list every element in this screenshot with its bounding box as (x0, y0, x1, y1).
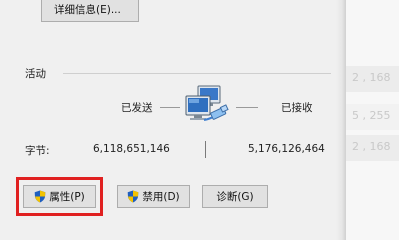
activity-section-divider (63, 73, 331, 74)
diagnose-button-label: 诊断(G) (216, 191, 254, 203)
bytes-separator (205, 141, 206, 158)
diagnose-button[interactable]: 诊断(G) (202, 185, 268, 208)
network-computers-icon (184, 84, 232, 130)
received-connector-line (236, 107, 258, 108)
received-label: 已接收 (281, 102, 313, 114)
shield-icon (128, 190, 139, 203)
network-status-window: 2 , 168 5 , 255 2 , 168 详细信息(E)... 活动 已发… (0, 0, 399, 240)
details-button-label: 详细信息(E)... (54, 3, 121, 16)
background-value: 2 , 168 (352, 140, 391, 153)
disable-button-label: 禁用(D) (142, 191, 180, 203)
dialog-right-edge (336, 0, 346, 240)
background-value: 2 , 168 (352, 71, 391, 84)
bytes-label: 字节: (25, 145, 50, 157)
properties-highlight-box (16, 177, 103, 216)
ethernet-status-dialog: 详细信息(E)... 活动 已发送 已接收 字节: 6,118,651,146 … (0, 0, 346, 240)
background-value: 5 , 255 (352, 109, 391, 122)
sent-connector-line (160, 107, 180, 108)
bytes-received-value: 5,176,126,464 (248, 143, 325, 155)
details-button[interactable]: 详细信息(E)... (41, 0, 139, 22)
disable-button[interactable]: 禁用(D) (117, 185, 190, 208)
sent-label: 已发送 (121, 102, 153, 114)
bytes-sent-value: 6,118,651,146 (93, 143, 170, 155)
activity-section-title: 活动 (25, 68, 46, 80)
